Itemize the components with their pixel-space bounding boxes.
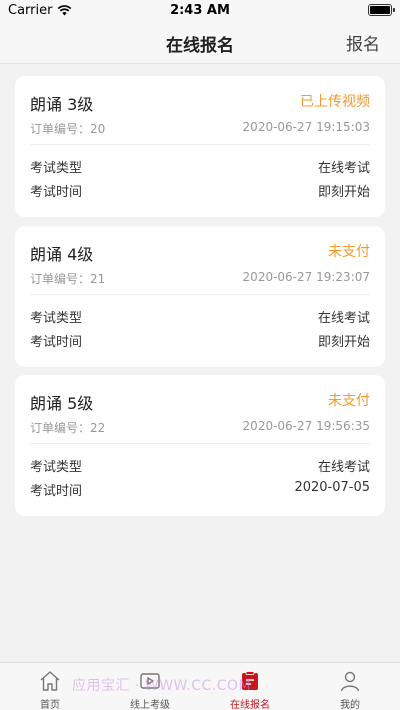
order-number: 订单编号：21: [30, 272, 106, 286]
order-card[interactable]: 朗诵 3级 已上传视频 订单编号：20 2020-06-27 19:15:03 …: [15, 76, 385, 217]
clock: 2:43 AM: [170, 3, 230, 18]
order-datetime: 2020-06-27 19:15:03: [242, 120, 370, 134]
exam-type-value: 在线考试: [317, 311, 370, 326]
order-status: 未支付: [328, 393, 370, 409]
exam-type-label: 考试类型: [30, 161, 83, 176]
exam-type-value: 在线考试: [317, 161, 370, 176]
page-title: 在线报名: [166, 36, 234, 56]
home-icon: [40, 671, 60, 691]
divider: [30, 443, 370, 444]
exam-time-value: 即刻开始: [317, 335, 370, 350]
status-bar: Carrier 2:43 AM: [0, 0, 400, 20]
battery-icon: [368, 4, 395, 16]
tab-mine[interactable]: 我的: [300, 663, 400, 710]
signup-icon: [242, 671, 258, 690]
exam-time-label: 考试时间: [30, 484, 83, 499]
signup-button[interactable]: 报名: [346, 30, 380, 55]
order-card[interactable]: 朗诵 5级 未支付 订单编号：22 2020-06-27 19:56:35 考试…: [15, 375, 385, 516]
order-status: 已上传视频: [300, 94, 370, 110]
tab-label: 首页: [40, 700, 60, 710]
order-datetime: 2020-06-27 19:56:35: [242, 419, 370, 433]
order-number: 订单编号：22: [30, 421, 106, 435]
order-datetime: 2020-06-27 19:23:07: [242, 270, 370, 284]
order-card[interactable]: 朗诵 4级 未支付 订单编号：21 2020-06-27 19:23:07 考试…: [15, 226, 385, 367]
person-icon: [340, 671, 360, 692]
tab-online-signup[interactable]: 在线报名: [200, 663, 300, 710]
tab-label: 在线报名: [230, 700, 270, 710]
exam-time-label: 考试时间: [30, 335, 83, 350]
exam-time-value: 即刻开始: [317, 185, 370, 200]
tab-label: 我的: [340, 700, 360, 710]
exam-time-value: 2020-07-05: [294, 480, 370, 495]
exam-type-value: 在线考试: [317, 460, 370, 475]
order-status: 未支付: [328, 244, 370, 260]
video-icon: [140, 673, 160, 689]
exam-level: 朗诵 5级: [30, 394, 94, 413]
tab-bar: 首页 线上考级 在线报名 我的: [0, 662, 400, 710]
exam-type-label: 考试类型: [30, 460, 83, 475]
exam-time-label: 考试时间: [30, 185, 83, 200]
exam-level: 朗诵 4级: [30, 245, 94, 264]
order-number: 订单编号：20: [30, 122, 106, 136]
tab-home[interactable]: 首页: [0, 663, 100, 710]
exam-level: 朗诵 3级: [30, 95, 94, 114]
tab-online-exam[interactable]: 线上考级: [100, 663, 200, 710]
divider: [30, 144, 370, 145]
navigation-bar: 在线报名 报名: [0, 20, 400, 64]
exam-type-label: 考试类型: [30, 311, 83, 326]
tab-label: 线上考级: [130, 700, 170, 710]
divider: [30, 294, 370, 295]
